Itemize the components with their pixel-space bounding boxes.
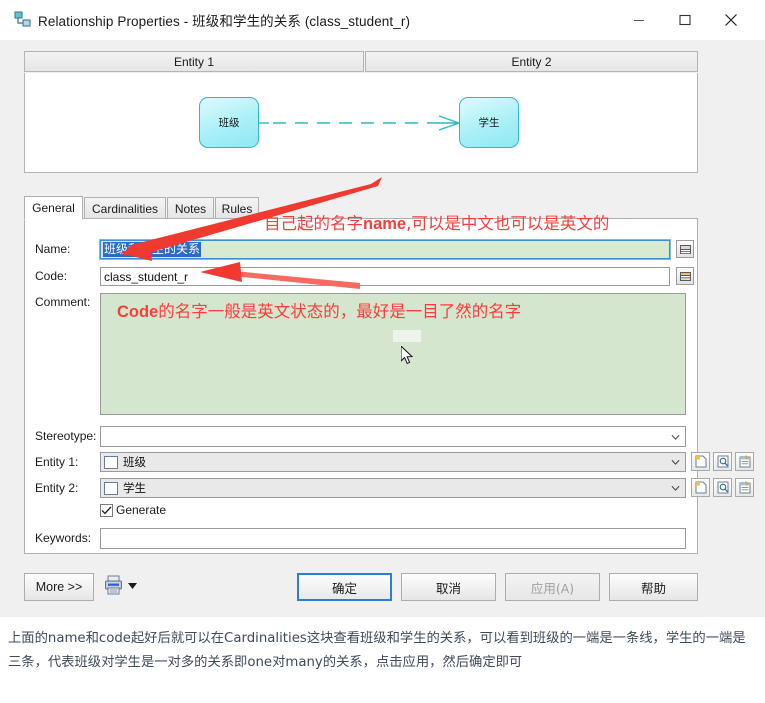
title-bar: Relationship Properties - 班级和学生的关系 (clas…	[0, 0, 765, 40]
page-caption: 上面的name和code起好后就可以在Cardinalities这块查看班级和学…	[8, 631, 746, 670]
entity2-label: Entity 2:	[35, 481, 79, 495]
relationship-connector	[259, 115, 460, 131]
cancel-button[interactable]: 取消	[401, 573, 496, 601]
entity-preview: Entity 1 Entity 2 班级 学生	[24, 51, 698, 173]
ok-button[interactable]: 确定	[297, 573, 392, 601]
entity-box-2-label: 学生	[478, 117, 500, 129]
keywords-label: Keywords:	[35, 531, 92, 545]
preview-header-entity2: Entity 2	[365, 51, 698, 72]
entity-box-2[interactable]: 学生	[459, 97, 519, 148]
new-document-icon	[695, 455, 706, 468]
caret-down-icon[interactable]	[128, 583, 137, 589]
chevron-down-icon	[671, 434, 680, 440]
generate-label: Generate	[116, 503, 167, 517]
entity1-new-button[interactable]	[691, 452, 710, 471]
comment-label: Comment:	[35, 295, 91, 309]
comment-blank-mark	[393, 330, 421, 342]
code-input[interactable]: class_student_r	[100, 267, 670, 286]
entity2-browse-button[interactable]	[713, 478, 732, 497]
tab-rules[interactable]: Rules	[215, 197, 259, 219]
maximize-button[interactable]	[662, 0, 708, 40]
entity1-properties-button[interactable]	[735, 452, 754, 471]
magnifier-browse-icon	[717, 481, 728, 494]
comment-annotation-rest: 的名字一般是英文状态的，最好是一目了然的名字	[158, 302, 522, 321]
code-input-value: class_student_r	[104, 269, 189, 284]
window-title: Relationship Properties - 班级和学生的关系 (clas…	[38, 14, 411, 29]
entity2-properties-button[interactable]	[735, 478, 754, 497]
name-input-value: 班级和学生的关系	[103, 242, 202, 257]
close-icon	[725, 14, 737, 26]
maximize-icon	[679, 14, 691, 26]
minimize-button[interactable]	[616, 0, 662, 40]
help-button[interactable]: 帮助	[609, 573, 698, 601]
properties-window-icon	[739, 481, 750, 494]
properties-list-icon	[679, 271, 691, 281]
relationship-properties-dialog: Relationship Properties - 班级和学生的关系 (clas…	[0, 0, 765, 617]
entity1-combobox[interactable]: 班级	[100, 452, 686, 472]
comment-annotation-bold: Code	[117, 303, 159, 321]
comment-annotation-text: Code的名字一般是英文状态的，最好是一目了然的名字	[117, 299, 677, 325]
tab-general[interactable]: General	[24, 196, 83, 220]
entity-box-1[interactable]: 班级	[199, 97, 259, 148]
new-document-icon	[695, 481, 706, 494]
entity1-label: Entity 1:	[35, 455, 79, 469]
keywords-input[interactable]	[100, 528, 686, 549]
code-properties-button[interactable]	[676, 267, 694, 285]
minimize-icon	[634, 20, 644, 21]
preview-canvas: 班级 学生	[24, 73, 698, 173]
properties-list-icon	[679, 244, 691, 254]
more-button[interactable]: More >>	[24, 573, 94, 601]
chevron-down-icon	[671, 459, 680, 465]
comment-textarea[interactable]: Code的名字一般是英文状态的，最好是一目了然的名字	[100, 293, 686, 415]
entity-table-icon	[104, 481, 118, 495]
stereotype-combobox[interactable]	[100, 426, 686, 447]
close-button[interactable]	[708, 0, 754, 40]
stereotype-label: Stereotype:	[35, 429, 97, 443]
preview-header-entity1: Entity 1	[24, 51, 364, 72]
entity-box-1-label: 班级	[218, 117, 240, 129]
code-label: Code:	[35, 269, 68, 283]
entity1-browse-button[interactable]	[713, 452, 732, 471]
entity2-value: 学生	[123, 481, 146, 495]
relationship-icon	[14, 11, 31, 27]
name-input[interactable]: 班级和学生的关系	[99, 239, 671, 260]
checkmark-icon	[101, 505, 112, 514]
apply-button: 应用(A)	[505, 573, 600, 601]
name-properties-button[interactable]	[676, 240, 694, 258]
generate-checkbox[interactable]	[100, 503, 113, 517]
printer-icon[interactable]	[105, 575, 122, 595]
magnifier-browse-icon	[717, 455, 728, 468]
mouse-cursor-icon	[401, 346, 414, 365]
entity2-new-button[interactable]	[691, 478, 710, 497]
name-label: Name:	[35, 242, 71, 256]
entity2-combobox[interactable]: 学生	[100, 478, 686, 498]
properties-window-icon	[739, 455, 750, 468]
tab-notes[interactable]: Notes	[167, 197, 214, 219]
chevron-down-icon	[671, 485, 680, 491]
entity-table-icon	[104, 455, 118, 469]
generate-checkbox-row[interactable]: Generate	[100, 503, 166, 517]
tab-cardinalities[interactable]: Cardinalities	[84, 197, 166, 219]
entity1-value: 班级	[123, 455, 146, 469]
